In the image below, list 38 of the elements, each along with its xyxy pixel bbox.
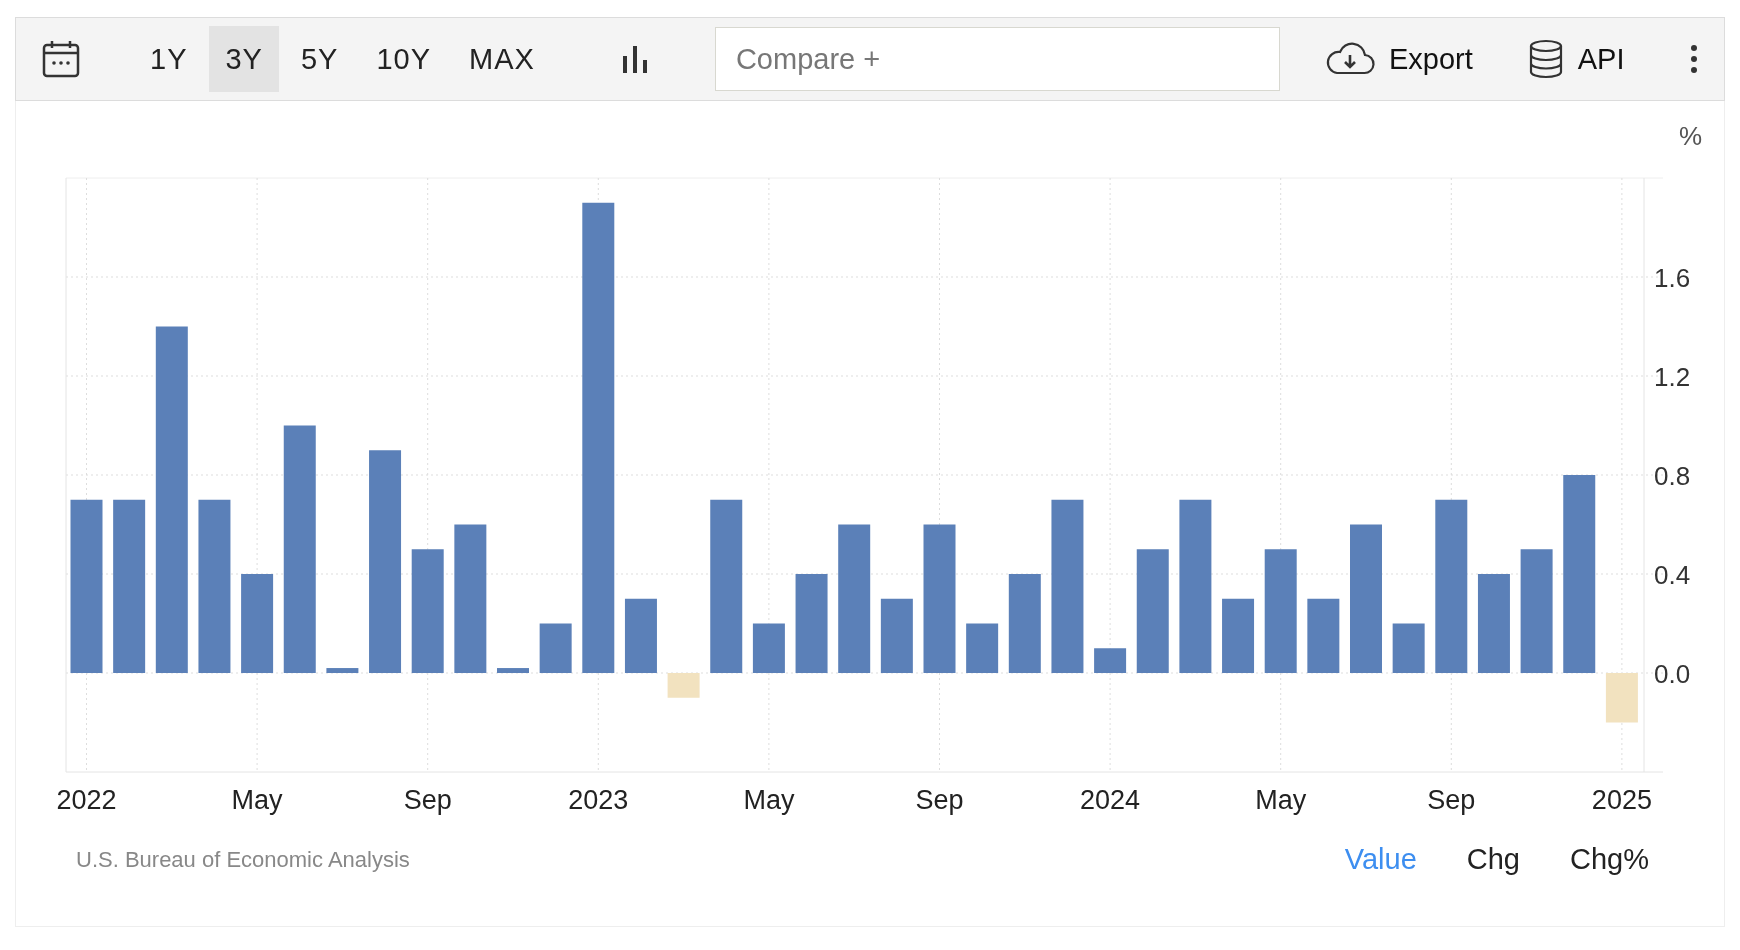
y-axis-label: 0.8 [1654,461,1691,491]
mode-toggle[interactable]: Chg% [1570,843,1649,876]
bar [1094,648,1127,673]
mode-toggle[interactable]: Chg [1466,843,1520,876]
x-axis-label: Sep [1427,785,1476,815]
bar [1392,623,1425,673]
negative-bar [1605,673,1638,723]
database-icon [1527,39,1564,79]
bar [497,668,529,673]
cloud-download-icon [1324,42,1375,76]
x-axis-label: Sep [915,785,964,815]
y-axis-label: 0.4 [1654,560,1691,590]
bar [752,623,785,673]
y-axis-label: 1.2 [1654,362,1691,392]
x-axis-label: 2022 [56,785,117,815]
x-axis-label: 2024 [1080,785,1141,815]
x-axis-label: May [231,785,283,815]
api-button[interactable]: API [1527,39,1625,79]
compare-field[interactable]: Compare + [714,27,1280,91]
x-axis-label: May [1255,785,1307,815]
y-axis-label: 0.0 [1654,659,1691,689]
export-button[interactable]: Export [1324,42,1473,76]
x-axis-label: 2025 [1591,785,1652,815]
range-tab[interactable]: MAX [453,26,551,92]
range-tab[interactable]: 3Y [209,26,279,92]
negative-bar [667,673,700,698]
unit-label: % [1678,121,1702,152]
x-axis-label: Sep [403,785,452,815]
range-tab[interactable]: 10Y [360,26,448,92]
bar [966,623,999,673]
range-tab[interactable]: 1Y [134,26,204,92]
x-axis-label: May [743,785,795,815]
bar [539,623,572,673]
y-axis-label: 1.6 [1654,263,1691,293]
range-tab[interactable]: 5Y [284,26,355,92]
bar [326,668,359,673]
source-text: U.S. Bureau of Economic Analysis [76,846,411,873]
x-axis-label: 2023 [568,785,629,815]
